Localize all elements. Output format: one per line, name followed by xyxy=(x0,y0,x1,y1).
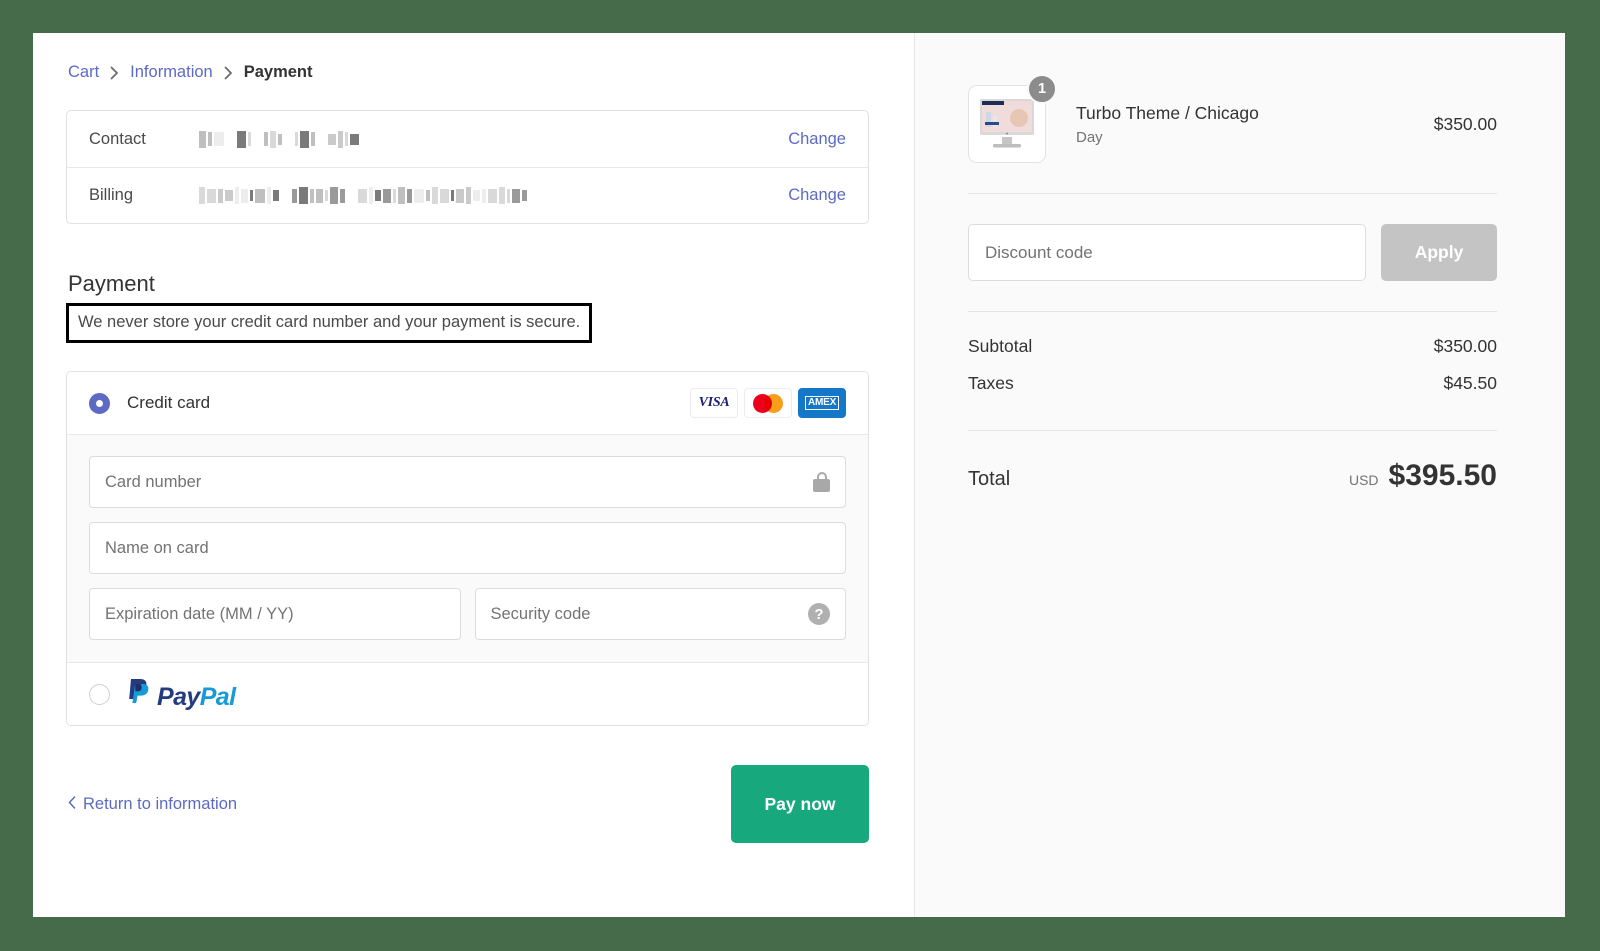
return-to-information-label: Return to information xyxy=(83,794,238,813)
payment-security-note: We never store your credit card number a… xyxy=(66,303,593,343)
breadcrumb: Cart Information Payment xyxy=(66,63,869,82)
mastercard-icon xyxy=(744,388,792,418)
lock-icon xyxy=(813,472,830,492)
total-line-subtotal: Subtotal $350.00 xyxy=(968,336,1497,357)
quantity-badge: 1 xyxy=(1027,74,1057,104)
grand-total-label: Total xyxy=(968,468,1011,490)
expiration-date-input[interactable]: Expiration date (MM / YY) xyxy=(89,588,461,640)
security-code-input[interactable]: Security code ? xyxy=(474,588,846,640)
change-contact-link[interactable]: Change xyxy=(788,130,846,149)
total-line-taxes: Taxes $45.50 xyxy=(968,373,1497,394)
breadcrumb-item-payment: Payment xyxy=(243,63,313,81)
expiration-date-placeholder: Expiration date (MM / YY) xyxy=(105,604,294,623)
visa-icon: VISA xyxy=(690,388,738,418)
change-billing-link[interactable]: Change xyxy=(788,186,846,205)
payment-method-credit-card[interactable]: Credit card VISA AMEX xyxy=(67,372,868,434)
order-summary-panel: 1 Turbo Theme / Chicago Day $350.00 Disc… xyxy=(915,33,1565,917)
product-info: Turbo Theme / Chicago Day xyxy=(1076,103,1259,146)
review-row-contact: Contact Change xyxy=(67,111,868,167)
review-row-billing: Billing Change xyxy=(67,167,868,223)
payment-section-title: Payment xyxy=(68,271,155,296)
taxes-amount: $45.50 xyxy=(1443,373,1497,393)
breadcrumb-item-information[interactable]: Information xyxy=(130,63,213,82)
radio-paypal[interactable] xyxy=(89,683,110,705)
grand-total-row: Total USD $395.50 xyxy=(968,431,1497,493)
discount-section: Discount code Apply xyxy=(968,194,1497,311)
discount-code-placeholder: Discount code xyxy=(985,242,1093,262)
discount-code-input[interactable]: Discount code xyxy=(968,224,1366,281)
checkout-page: Cart Information Payment Contact Change … xyxy=(33,33,1565,917)
payment-method-paypal[interactable]: Pay Pal xyxy=(67,663,868,725)
credit-card-label: Credit card xyxy=(127,393,211,412)
review-value-billing-redacted xyxy=(199,187,788,204)
subtotal-amount: $350.00 xyxy=(1433,336,1497,356)
accepted-card-brands: VISA AMEX xyxy=(690,388,846,418)
chevron-right-icon xyxy=(110,66,119,80)
checkout-main-column: Cart Information Payment Contact Change … xyxy=(33,33,915,917)
name-on-card-placeholder: Name on card xyxy=(105,538,209,557)
grand-total-amount: $395.50 xyxy=(1388,459,1497,492)
amex-icon: AMEX xyxy=(798,388,846,418)
subtotal-label: Subtotal xyxy=(968,336,1033,356)
card-number-placeholder: Card number xyxy=(105,472,202,491)
breadcrumb-item-cart[interactable]: Cart xyxy=(68,63,99,82)
checkout-actions: Return to information Pay now xyxy=(66,765,869,843)
product-title: Turbo Theme / Chicago xyxy=(1076,102,1259,123)
chevron-left-icon xyxy=(68,795,76,814)
paypal-text-pay: Pay xyxy=(157,682,200,711)
review-label-billing: Billing xyxy=(89,186,134,204)
credit-card-form: Card number Name on card Expiration date… xyxy=(67,434,868,663)
chevron-right-icon xyxy=(224,66,233,80)
product-variant: Day xyxy=(1076,128,1103,146)
return-to-information-link[interactable]: Return to information xyxy=(68,795,237,814)
security-code-placeholder: Security code xyxy=(490,604,591,623)
paypal-logo: Pay Pal xyxy=(127,677,236,712)
review-value-contact-redacted xyxy=(199,130,788,148)
imac-screenshot-icon xyxy=(980,99,1034,148)
order-review-box: Contact Change Billing Change xyxy=(66,110,869,224)
review-label-contact: Contact xyxy=(89,129,146,148)
grand-total-currency: USD xyxy=(1348,472,1379,488)
apply-discount-button[interactable]: Apply xyxy=(1381,224,1497,281)
product-price: $350.00 xyxy=(1433,113,1497,134)
paypal-mark-icon xyxy=(127,677,153,705)
name-on-card-input[interactable]: Name on card xyxy=(89,522,846,574)
payment-methods-list: Credit card VISA AMEX Card number Name o… xyxy=(66,371,869,726)
radio-credit-card[interactable] xyxy=(89,392,110,414)
taxes-label: Taxes xyxy=(968,373,1014,393)
help-icon[interactable]: ? xyxy=(808,603,830,625)
card-number-input[interactable]: Card number xyxy=(89,456,846,508)
pay-now-button[interactable]: Pay now xyxy=(731,765,869,843)
paypal-text-pal: Pal xyxy=(199,682,236,711)
order-line-item: 1 Turbo Theme / Chicago Day $350.00 xyxy=(968,63,1497,193)
order-totals: Subtotal $350.00 Taxes $45.50 xyxy=(968,312,1497,430)
product-thumbnail-wrapper: 1 xyxy=(968,74,1057,163)
